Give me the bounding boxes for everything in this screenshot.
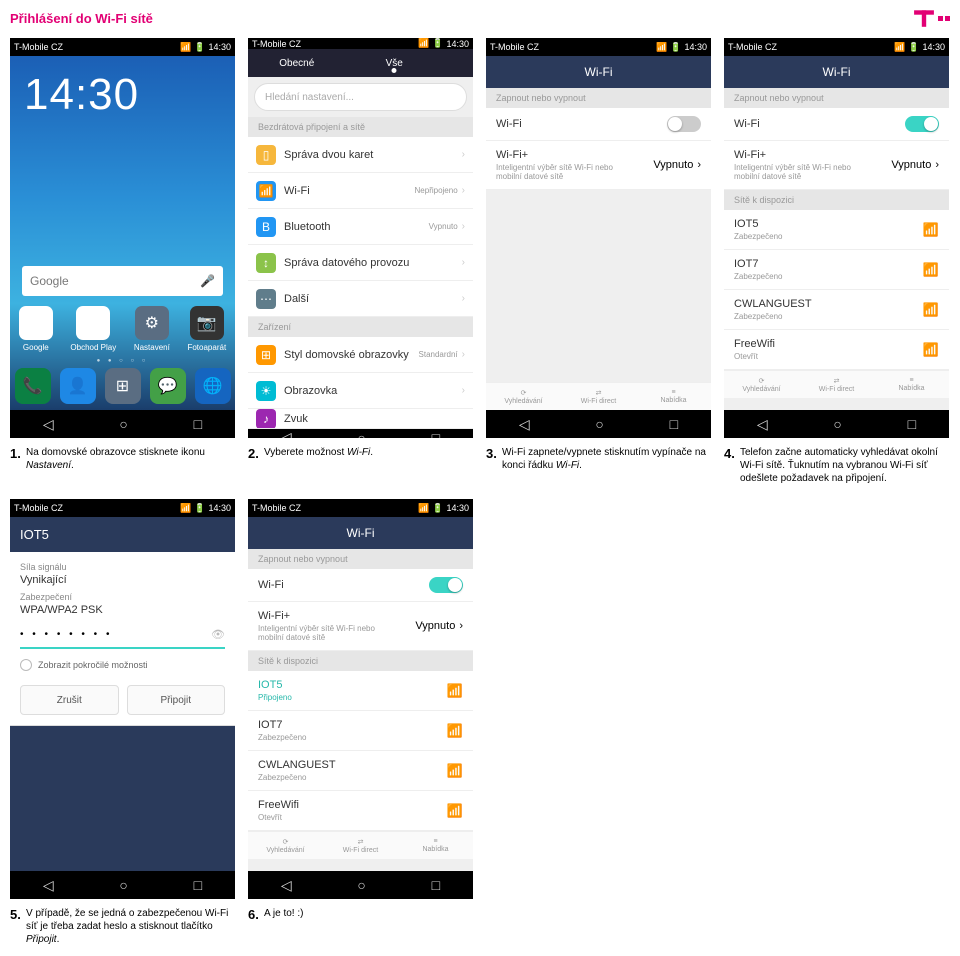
search-input[interactable]: Hledání nastavení... bbox=[254, 83, 467, 111]
net-cwlanguest[interactable]: CWLANGUESTZabezpečeno📶 bbox=[724, 290, 949, 330]
app-google[interactable]: GGoogle bbox=[19, 306, 53, 352]
row-data[interactable]: ↕Správa datového provozu› bbox=[248, 245, 473, 281]
screenshot-step-5: T-Mobile CZ📶🔋14:30 IOT5 Síla signálu Vyn… bbox=[10, 499, 235, 899]
screenshot-step-4: T-Mobile CZ📶🔋14:30 Wi-Fi Zapnout nebo vy… bbox=[724, 38, 949, 438]
dialog-title: IOT5 bbox=[10, 517, 235, 552]
tab-general[interactable]: Obecné bbox=[248, 58, 346, 69]
net-iot5[interactable]: IOT5Zabezpečeno📶 bbox=[724, 210, 949, 250]
password-input[interactable]: • • • • • • • • 👁 bbox=[20, 622, 225, 649]
screenshot-step-6: T-Mobile CZ📶🔋14:30 Wi-Fi Zapnout nebo vy… bbox=[248, 499, 473, 899]
dock-apps[interactable]: ⊞ bbox=[105, 368, 141, 404]
wifi-icon: 📶 bbox=[923, 222, 939, 238]
row-more[interactable]: ⋯Další› bbox=[248, 281, 473, 317]
row-sound[interactable]: ♪Zvuk bbox=[248, 409, 473, 429]
wifi-toggle-row[interactable]: Wi-Fi bbox=[486, 108, 711, 141]
dock-phone[interactable]: 📞 bbox=[15, 368, 51, 404]
caption-2: Vyberete možnost Wi-Fi. bbox=[264, 446, 373, 463]
tab-all[interactable]: Vše bbox=[346, 58, 444, 69]
bbar-menu[interactable]: ≡Nabídka bbox=[636, 383, 711, 410]
dock-browser[interactable]: 🌐 bbox=[195, 368, 231, 404]
google-search[interactable]: Google🎤 bbox=[22, 266, 223, 296]
net-freewifi[interactable]: FreeWifiOtevřít📶 bbox=[724, 330, 949, 370]
bbar-scan[interactable]: ⟳Vyhledávání bbox=[486, 383, 561, 410]
app-play[interactable]: ▶Obchod Play bbox=[70, 306, 116, 352]
row-wifi[interactable]: 📶Wi-FiNepřipojeno› bbox=[248, 173, 473, 209]
caption-5: V případě, že se jedná o zabezpečenou Wi… bbox=[26, 907, 235, 946]
caption-3: Wi-Fi zapnete/vypnete stisknutím vypínač… bbox=[502, 446, 711, 472]
caption-4: Telefon začne automaticky vyhledávat oko… bbox=[740, 446, 949, 485]
row-dual-sim[interactable]: ▯Správa dvou karet› bbox=[248, 137, 473, 173]
cancel-button[interactable]: Zrušit bbox=[20, 685, 119, 715]
wifi-header: Wi-Fi bbox=[486, 56, 711, 88]
wifi-toggle-off[interactable] bbox=[667, 116, 701, 132]
row-display[interactable]: ☀Obrazovka› bbox=[248, 373, 473, 409]
net-iot7[interactable]: IOT7Zabezpečeno📶 bbox=[724, 250, 949, 290]
connect-button[interactable]: Připojit bbox=[127, 685, 226, 715]
advanced-toggle[interactable]: Zobrazit pokročilé možnosti bbox=[20, 659, 225, 671]
app-camera[interactable]: 📷Fotoaparát bbox=[187, 306, 226, 352]
dock-contacts[interactable]: 👤 bbox=[60, 368, 96, 404]
tmobile-logo bbox=[913, 7, 950, 29]
wifi-plus-row[interactable]: Wi-Fi+Inteligentní výběr sítě Wi-Fi nebo… bbox=[486, 141, 711, 190]
dock-messages[interactable]: 💬 bbox=[150, 368, 186, 404]
caption-1: Na domovské obrazovce stisknete ikonu Na… bbox=[26, 446, 235, 472]
screenshot-step-3: T-Mobile CZ📶🔋14:30 Wi-Fi Zapnout nebo vy… bbox=[486, 38, 711, 438]
wifi-toggle-on[interactable] bbox=[905, 116, 939, 132]
screenshot-step-2: T-Mobile CZ📶🔋14:30 Obecné Vše Hledání na… bbox=[248, 38, 473, 438]
screenshot-step-1: T-Mobile CZ📶🔋14:30 14:30 Google🎤 GGoogle… bbox=[10, 38, 235, 438]
row-homestyle[interactable]: ⊞Styl domovské obrazovkyStandardní› bbox=[248, 337, 473, 373]
mic-icon[interactable]: 🎤 bbox=[200, 274, 215, 288]
app-settings[interactable]: ⚙Nastavení bbox=[134, 306, 170, 352]
eye-icon[interactable]: 👁 bbox=[211, 628, 225, 641]
page-title: Přihlášení do Wi-Fi sítě bbox=[10, 11, 153, 26]
bbar-direct[interactable]: ⇄Wi-Fi direct bbox=[561, 383, 636, 410]
clock: 14:30 bbox=[10, 56, 235, 120]
row-bluetooth[interactable]: BBluetoothVypnuto› bbox=[248, 209, 473, 245]
net-iot5-connected[interactable]: IOT5Připojeno📶 bbox=[248, 671, 473, 711]
caption-6: A je to! :) bbox=[264, 907, 303, 924]
